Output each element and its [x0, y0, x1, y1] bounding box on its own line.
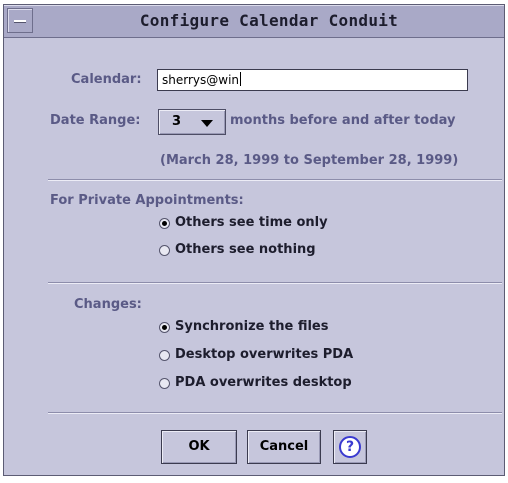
text-caret [240, 72, 242, 86]
dropdown-arrow-icon [201, 120, 213, 127]
calendar-input-value: sherrys@win [162, 73, 240, 87]
radio-button-selected [159, 218, 170, 229]
radio-label: Others see time only [175, 215, 328, 230]
date-range-suffix: months before and after today [230, 113, 456, 128]
window-menu-icon [14, 20, 26, 23]
radio-button [159, 245, 170, 256]
radio-button-selected [159, 322, 170, 333]
radio-label: Desktop overwrites PDA [175, 347, 354, 362]
radio-button [159, 350, 170, 361]
help-icon: ? [339, 436, 361, 458]
changes-label: Changes: [74, 297, 142, 312]
configure-calendar-conduit-dialog: Configure Calendar Conduit Calendar: she… [3, 4, 505, 476]
window-title: Configure Calendar Conduit [139, 11, 399, 30]
separator [48, 412, 502, 414]
date-range-label: Date Range: [50, 113, 141, 128]
ok-button[interactable]: OK [161, 430, 237, 464]
separator [48, 282, 502, 284]
radio-button [159, 378, 170, 389]
date-range-span: (March 28, 1999 to September 28, 1999) [160, 153, 459, 168]
title-bar[interactable]: Configure Calendar Conduit [4, 5, 504, 38]
calendar-input[interactable]: sherrys@win [157, 69, 468, 91]
help-button[interactable]: ? [333, 430, 367, 464]
cancel-button[interactable]: Cancel [247, 430, 321, 464]
separator [48, 179, 502, 181]
date-range-selected-value: 3 [172, 114, 182, 129]
calendar-label: Calendar: [71, 72, 142, 87]
radio-label: Synchronize the files [175, 319, 329, 334]
radio-label: Others see nothing [175, 242, 316, 257]
radio-label: PDA overwrites desktop [175, 375, 352, 390]
window-menu-button[interactable] [7, 8, 33, 33]
date-range-select[interactable]: 3 [158, 109, 226, 135]
private-appointments-label: For Private Appointments: [50, 193, 244, 208]
